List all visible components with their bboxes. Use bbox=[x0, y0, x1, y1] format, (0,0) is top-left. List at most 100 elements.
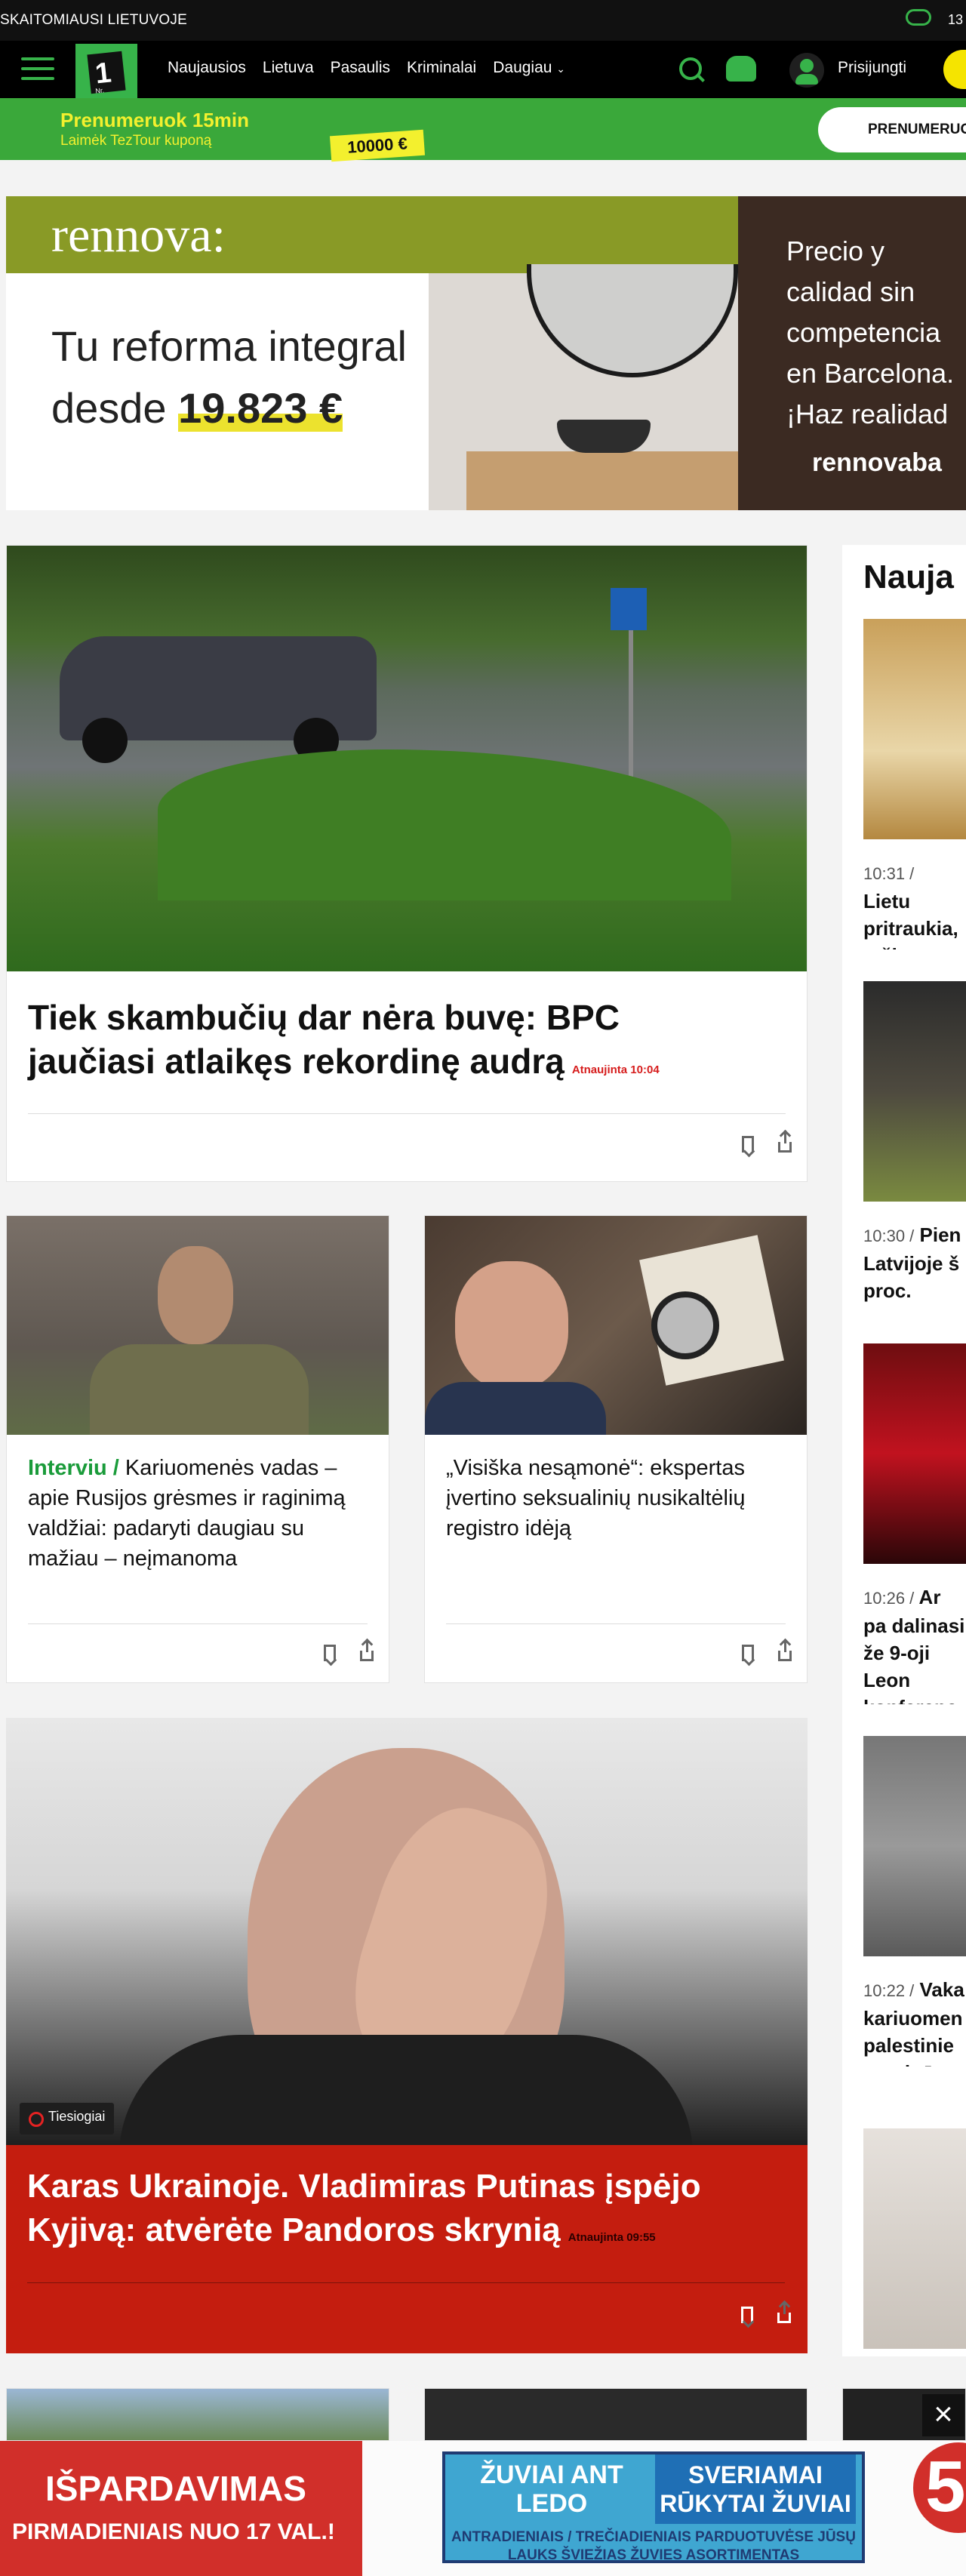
image-fallen-tree-shape bbox=[158, 749, 731, 900]
article-card-main[interactable]: Tiek skambučių dar nėra buvę: BPC jaučia… bbox=[6, 545, 808, 1182]
nav-item-daugiau-label: Daugiau bbox=[493, 59, 552, 76]
article-image-expert[interactable] bbox=[425, 1216, 807, 1435]
nav-menu: Naujausios Lietuva Pasaulis Kriminalai D… bbox=[168, 59, 565, 77]
promo-subtitle: Laimėk TezTour kuponą bbox=[60, 133, 212, 149]
sale-title: IŠPARDAVIMAS bbox=[45, 2469, 306, 2508]
article-card-teaser[interactable] bbox=[6, 2388, 389, 2441]
image-suit-shape bbox=[425, 1382, 606, 1435]
search-icon[interactable] bbox=[679, 57, 702, 80]
rail-thumbnail[interactable] bbox=[863, 981, 966, 1202]
bottom-sticky-ad[interactable]: × IŠPARDAVIMAS PIRMADIENIAIS NUO 17 VAL.… bbox=[0, 2394, 966, 2576]
bookmark-icon[interactable] bbox=[741, 2307, 753, 2323]
article-title[interactable]: Interviu / Kariuomenės vadas – apie Rusi… bbox=[28, 1453, 360, 1574]
image-suit-shape bbox=[119, 2035, 693, 2145]
image-face-shape bbox=[455, 1261, 568, 1390]
article-card-interview[interactable]: Interviu / Kariuomenės vadas – apie Rusi… bbox=[6, 1215, 389, 1683]
rail-thumbnail[interactable] bbox=[863, 1343, 966, 1564]
ad-sink-shape bbox=[557, 420, 651, 453]
rail-item-time: 10:30 / bbox=[863, 1226, 915, 1245]
article-image-commander[interactable] bbox=[7, 1216, 389, 1435]
chevron-down-icon: ⌄ bbox=[556, 63, 566, 75]
image-magnifier-shape bbox=[651, 1291, 719, 1359]
ad-banner[interactable]: rennova: Tu reforma integral desde 19.82… bbox=[6, 196, 966, 510]
tagline: SKAITOMIAUSI LIETUVOJE bbox=[0, 12, 187, 28]
nav-item-pasaulis[interactable]: Pasaulis bbox=[331, 59, 390, 77]
image-uniform-shape bbox=[90, 1344, 309, 1435]
bookmark-icon[interactable] bbox=[742, 1136, 754, 1153]
subscribe-button[interactable]: PRENUMERUOK bbox=[818, 107, 966, 152]
rail-item-time: 10:26 / bbox=[863, 1589, 915, 1608]
rail-item[interactable]: 10:30 / Pien Latvijoje š proc. bbox=[863, 981, 966, 1312]
user-avatar-icon[interactable] bbox=[789, 53, 824, 88]
site-logo[interactable]: 1 Nr. bbox=[75, 44, 137, 100]
nav-item-lietuva[interactable]: Lietuva bbox=[263, 59, 314, 77]
bookmark-icon[interactable] bbox=[742, 1645, 754, 1661]
article-title[interactable]: „Visiška nesąmonė“: ekspertas įvertino s… bbox=[446, 1453, 786, 1543]
nav-item-daugiau[interactable]: Daugiau ⌄ bbox=[493, 59, 565, 77]
rail-item[interactable]: 10:26 / Ar pa dalinasi že 9-oji Leon kon… bbox=[863, 1343, 966, 1704]
rail-thumbnail[interactable] bbox=[863, 619, 966, 839]
fish-offer-1: ŽUVIAI ANT LEDO bbox=[480, 2461, 623, 2518]
share-icon[interactable] bbox=[778, 1131, 792, 1153]
divider bbox=[28, 1113, 786, 1114]
rail-item-time: 10:31 / bbox=[863, 864, 915, 883]
divider bbox=[28, 1623, 368, 1624]
rail-item-text[interactable]: 10:22 / Vaka kariuomen palestinie pareig… bbox=[863, 1976, 966, 2067]
ad-number-badge: 5 bbox=[913, 2442, 966, 2533]
rail-item[interactable] bbox=[863, 2128, 966, 2349]
rail-item[interactable]: 10:31 / Lietu pritraukia, tačiau sam bbox=[863, 619, 966, 949]
promo-title: Prenumeruok 15min bbox=[60, 109, 249, 131]
promo-coupon-badge: 10000 € bbox=[329, 129, 426, 162]
live-badge: Tiesiogiai bbox=[20, 2103, 115, 2134]
rail-item-time: 10:22 / bbox=[863, 1981, 915, 2000]
yellow-action-button[interactable] bbox=[943, 50, 966, 89]
top-bar: SKAITOMIAUSI LIETUVOJE 13 bbox=[0, 0, 966, 41]
article-card-expert[interactable]: „Visiška nesąmonė“: ekspertas įvertino s… bbox=[424, 1215, 808, 1683]
sale-subtitle: PIRMADIENIAIS NUO 17 VAL.! bbox=[12, 2519, 335, 2544]
image-face-shape bbox=[158, 1246, 233, 1344]
share-icon[interactable] bbox=[360, 1640, 374, 1661]
divider bbox=[27, 2282, 785, 2283]
article-title[interactable]: Karas Ukrainoje. Vladimiras Putinas įspė… bbox=[27, 2165, 782, 2260]
article-title[interactable]: Tiek skambučių dar nėra buvę: BPC jaučia… bbox=[28, 996, 752, 1092]
bookmark-icon[interactable] bbox=[324, 1645, 336, 1661]
ad-headline-1: Tu reforma integral bbox=[51, 322, 407, 370]
rail-thumbnail[interactable] bbox=[863, 2128, 966, 2349]
inbox-icon[interactable] bbox=[726, 56, 756, 82]
updated-timestamp: Atnaujinta 10:04 bbox=[571, 1063, 660, 1076]
rail-item-text[interactable]: 10:30 / Pien Latvijoje š proc. bbox=[863, 1221, 966, 1312]
menu-icon[interactable] bbox=[21, 57, 54, 83]
updated-timestamp: Atnaujinta 09:55 bbox=[568, 2231, 656, 2244]
article-card-live[interactable]: Tiesiogiai Karas Ukrainoje. Vladimiras P… bbox=[6, 1718, 808, 2353]
rail-thumbnail[interactable] bbox=[863, 1736, 966, 1956]
share-icon[interactable] bbox=[777, 2302, 791, 2323]
nav-item-naujausios[interactable]: Naujausios bbox=[168, 59, 246, 77]
logo-text: Nr. bbox=[94, 86, 105, 95]
rail-heading: Nauja bbox=[863, 559, 954, 596]
article-image-storm[interactable] bbox=[7, 546, 807, 971]
weather-cloud-icon[interactable] bbox=[906, 9, 931, 26]
nav-item-kriminalai[interactable]: Kriminalai bbox=[407, 59, 476, 77]
share-icon[interactable] bbox=[778, 1640, 792, 1661]
rail-item-title: Lietu pritraukia, tačiau sam bbox=[863, 890, 964, 949]
subscribe-banner[interactable]: Prenumeruok 15min Laimėk TezTour kuponą … bbox=[0, 98, 966, 162]
login-link[interactable]: Prisijungti bbox=[838, 59, 906, 77]
rail-item-text[interactable]: 10:31 / Lietu pritraukia, tačiau sam bbox=[863, 859, 966, 949]
article-card-teaser[interactable] bbox=[424, 2388, 808, 2441]
close-icon[interactable]: × bbox=[922, 2394, 964, 2436]
image-wheel-shape bbox=[82, 718, 128, 763]
ad-headline-prefix: desde bbox=[51, 384, 179, 432]
rail-item[interactable]: 10:22 / Vaka kariuomen palestinie pareig… bbox=[863, 1736, 966, 2067]
article-image-putin[interactable]: Tiesiogiai bbox=[6, 1718, 808, 2145]
sale-panel: IŠPARDAVIMAS PIRMADIENIAIS NUO 17 VAL.! bbox=[0, 2441, 362, 2576]
temperature: 13 bbox=[948, 12, 964, 27]
image-sign-pole bbox=[629, 630, 633, 789]
ad-price: 19.823 € bbox=[178, 384, 343, 432]
latest-news-rail: Nauja 10:31 / Lietu pritraukia, tačiau s… bbox=[842, 545, 966, 2356]
rail-item-text[interactable]: 10:26 / Ar pa dalinasi že 9-oji Leon kon… bbox=[863, 1583, 966, 1704]
image-parking-sign bbox=[611, 588, 647, 630]
article-tag: Interviu / bbox=[28, 1456, 119, 1480]
divider bbox=[446, 1623, 786, 1624]
article-title-text: Tiek skambučių dar nėra buvę: BPC jaučia… bbox=[28, 998, 620, 1081]
logo-plate: 1 Nr. bbox=[87, 51, 126, 95]
